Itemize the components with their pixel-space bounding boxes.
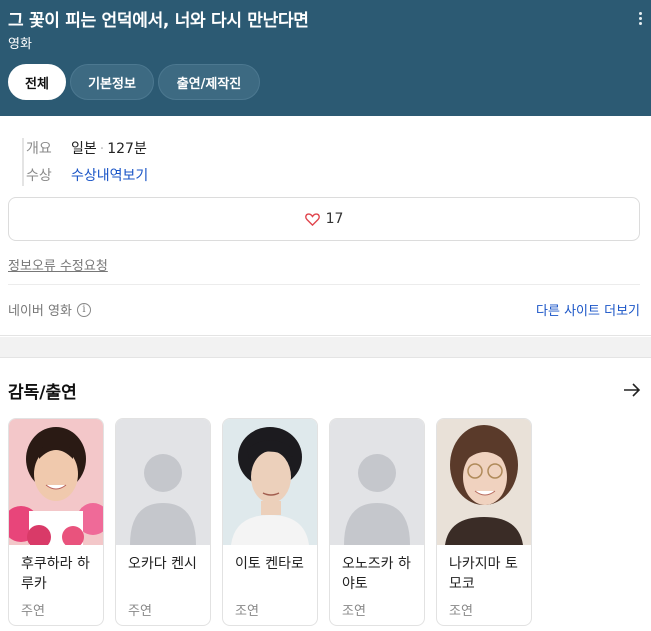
cast-section: 감독/출연 후쿠하라 하루카 주연 오카다 켄시 주연 이토 켄타로 조연 오노… — [0, 357, 651, 631]
cast-name: 오카다 켄시 — [128, 556, 197, 572]
tab-cast-crew[interactable]: 출연/제작진 — [158, 64, 260, 100]
tab-basic-info[interactable]: 기본정보 — [70, 64, 154, 100]
like-button[interactable]: 17 — [8, 197, 640, 241]
source-label: 네이버 영화 i — [8, 300, 91, 319]
cast-role: 조연 — [449, 604, 473, 619]
movie-title: 그 꽃이 피는 언덕에서, 너와 다시 만난다면 — [8, 11, 309, 31]
source-text: 네이버 영화 — [8, 304, 72, 319]
divider — [8, 284, 640, 285]
arrow-right-icon[interactable] — [623, 382, 641, 398]
info-section: 개요 일본 · 127분 수상 수상내역보기 17 정보오류 수정요청 네이버 영화 i… — [0, 116, 651, 336]
profile-placeholder-icon — [330, 419, 424, 545]
cast-name: 나카지마 토모코 — [449, 556, 518, 592]
profile-photo — [223, 419, 317, 545]
heart-icon — [304, 212, 320, 226]
more-sites-link[interactable]: 다른 사이트 더보기 — [536, 300, 640, 319]
movie-category: 영화 — [8, 37, 32, 52]
cast-name: 후쿠하라 하루카 — [21, 556, 90, 592]
profile-placeholder-icon — [116, 419, 210, 545]
cast-card[interactable]: 후쿠하라 하루카 주연 — [8, 418, 104, 626]
cast-role: 조연 — [342, 604, 366, 619]
separator-dot: · — [99, 141, 105, 157]
profile-photo — [437, 419, 531, 545]
cast-card[interactable]: 이토 켄타로 조연 — [222, 418, 318, 626]
cast-role: 주연 — [128, 604, 152, 619]
movie-header: 그 꽃이 피는 언덕에서, 너와 다시 만난다면 영화 전체 기본정보 출연/제… — [0, 0, 651, 116]
cast-card[interactable]: 오노즈카 하야토 조연 — [329, 418, 425, 626]
cast-name: 오노즈카 하야토 — [342, 556, 411, 592]
info-list: 개요 일본 · 127분 수상 수상내역보기 — [22, 138, 322, 186]
cast-name: 이토 켄타로 — [235, 556, 304, 572]
overview-label: 개요 — [26, 141, 52, 157]
report-error-link[interactable]: 정보오류 수정요청 — [8, 255, 108, 274]
info-icon[interactable]: i — [76, 302, 91, 317]
cast-card[interactable]: 오카다 켄시 주연 — [115, 418, 211, 626]
like-count: 17 — [325, 211, 344, 227]
cast-role: 조연 — [235, 604, 259, 619]
overview-row: 개요 일본 · 127분 — [26, 138, 147, 158]
profile-photo — [9, 419, 103, 545]
cast-heading: 감독/출연 — [8, 383, 77, 403]
country-value: 일본 — [71, 141, 97, 157]
cast-card[interactable]: 나카지마 토모코 조연 — [436, 418, 532, 626]
more-options-icon[interactable] — [637, 12, 643, 28]
award-label: 수상 — [26, 168, 52, 184]
award-row: 수상 수상내역보기 — [26, 165, 148, 185]
tab-all[interactable]: 전체 — [8, 64, 66, 100]
award-link[interactable]: 수상내역보기 — [71, 168, 148, 184]
runtime-value: 127분 — [107, 141, 147, 157]
section-gap — [0, 337, 651, 357]
cast-role: 주연 — [21, 604, 45, 619]
